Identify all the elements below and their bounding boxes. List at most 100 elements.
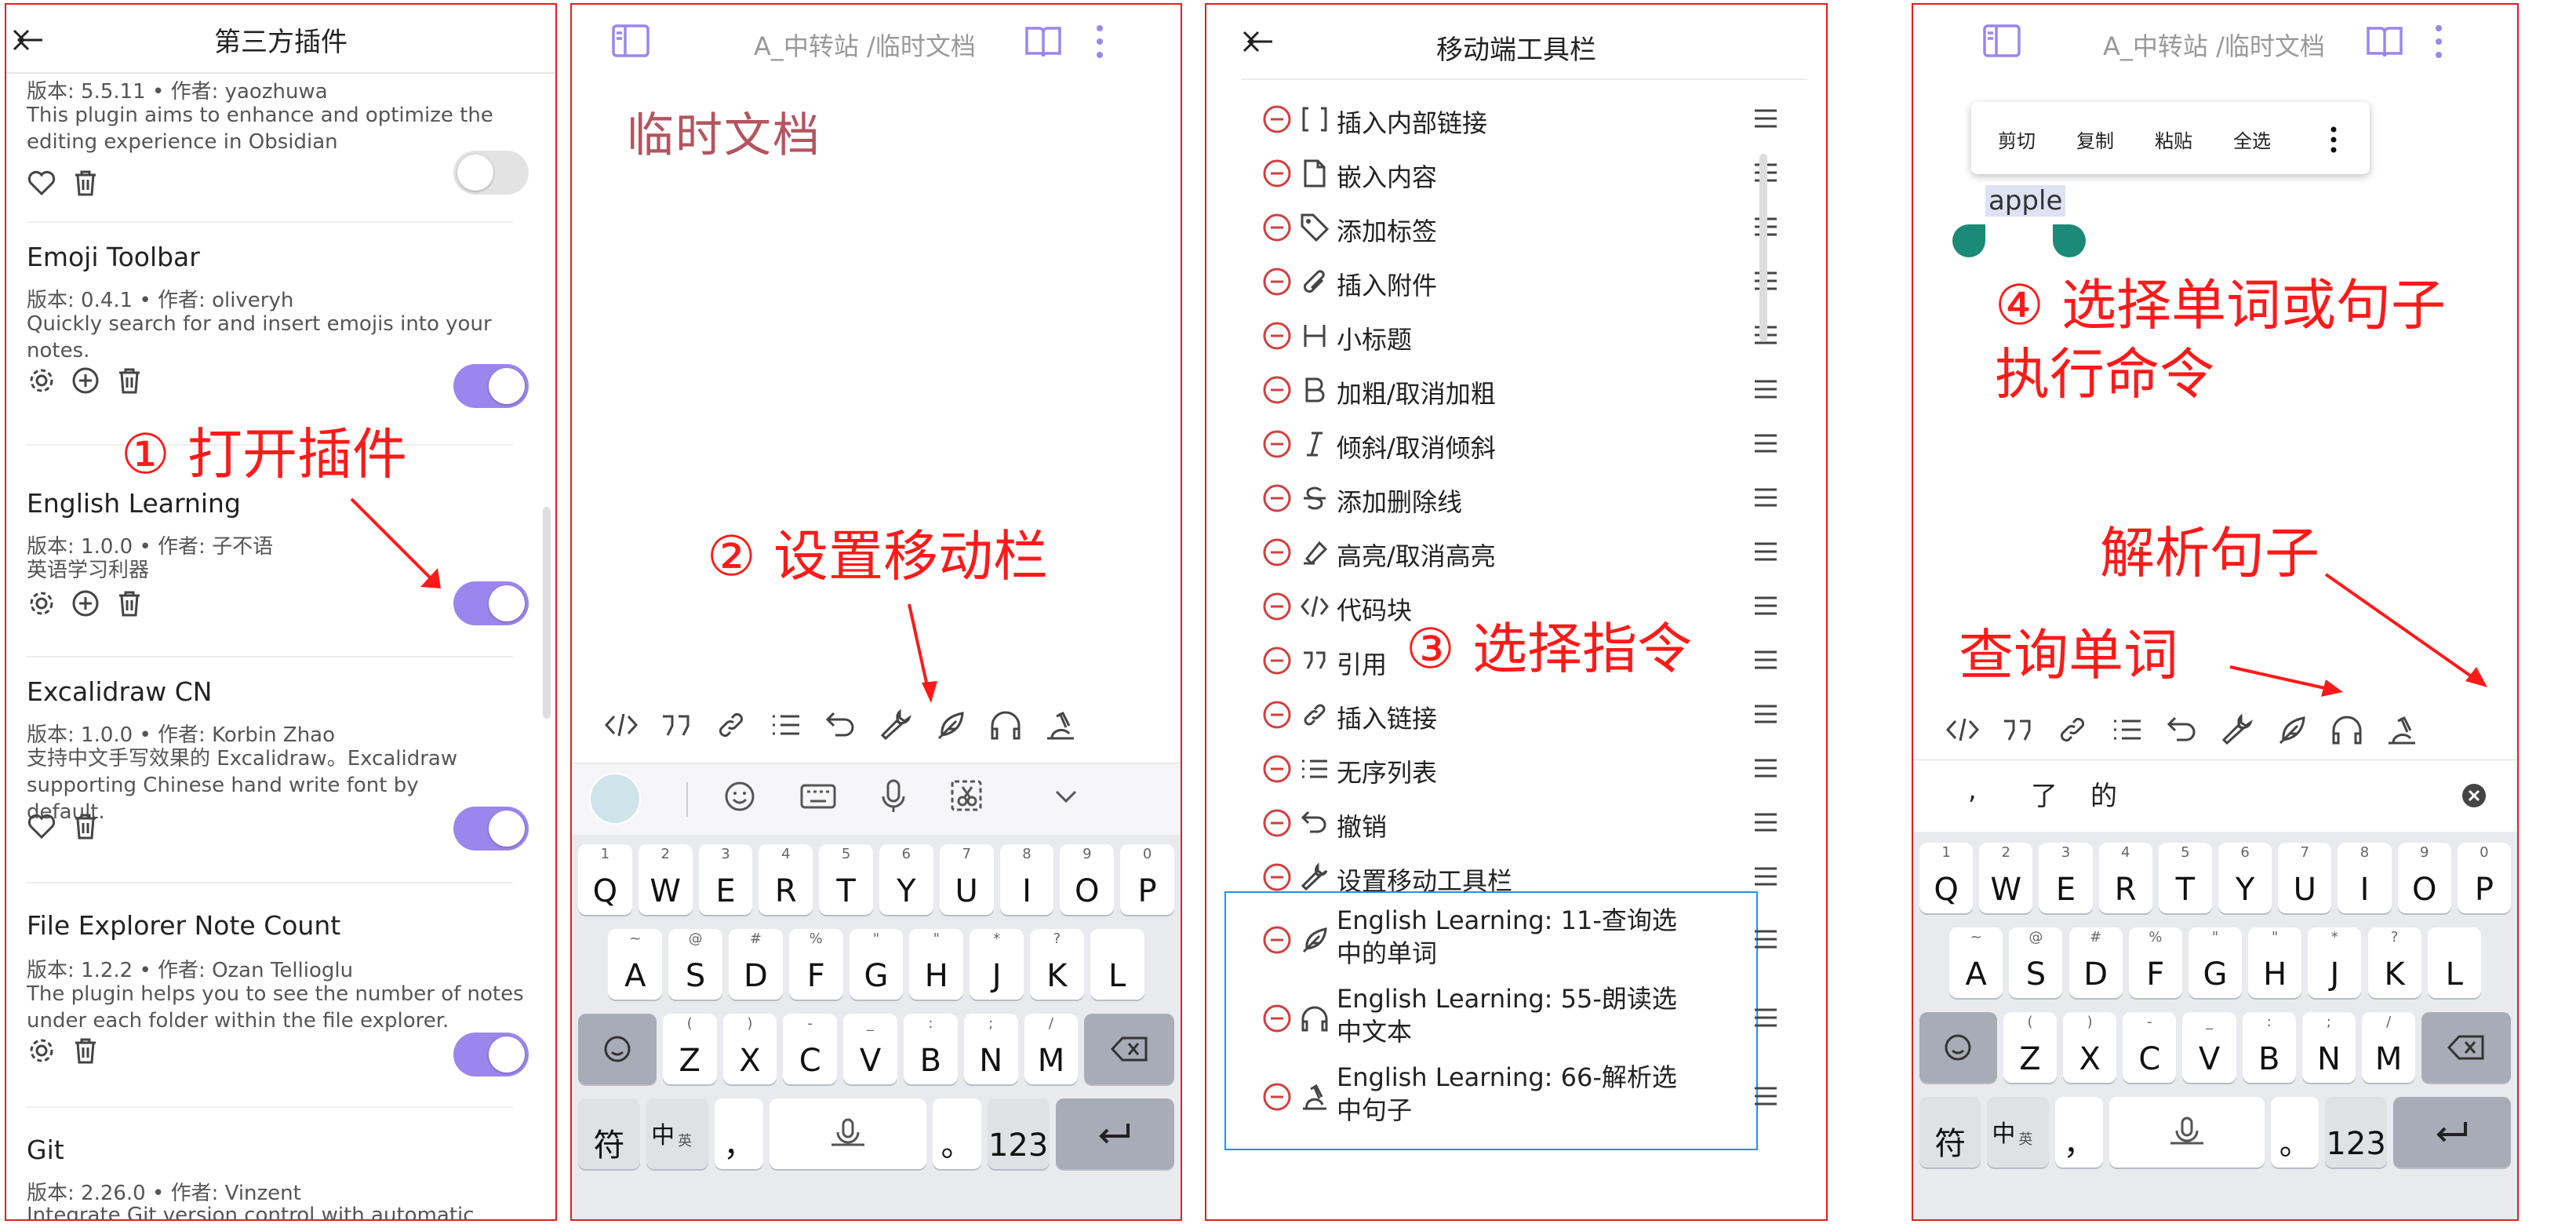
smiley-key[interactable] [1919,1012,1997,1083]
key-j[interactable]: * J [2308,927,2362,998]
remove-icon[interactable] [1261,699,1293,730]
reading-view-icon[interactable] [1024,24,1063,60]
key-f[interactable]: % F [788,929,843,1000]
trash-icon[interactable] [115,366,144,395]
clipboard-scissors-icon[interactable] [948,778,984,814]
remove-icon[interactable] [1261,1003,1293,1034]
key-s[interactable]: @ S [2009,927,2063,998]
selection-handle-right[interactable] [2053,224,2086,257]
command-row[interactable]: 倾斜/取消倾斜 [1261,419,1779,468]
space-key[interactable] [770,1098,926,1169]
more-options-icon[interactable] [1093,22,1106,61]
command-row[interactable]: 插入附件 [1261,257,1779,305]
breadcrumb[interactable]: A_中转站 /临时文档 [2103,27,2325,63]
gear-icon[interactable] [27,588,56,618]
key-d[interactable]: # D [729,929,783,1000]
key-a[interactable]: ~ A [1949,927,2003,998]
wrench-icon[interactable] [878,707,914,743]
key-k[interactable]: ? K [2367,927,2421,998]
key-g[interactable]: " G [2188,927,2243,998]
command-row[interactable]: 插入链接 [1261,690,1779,738]
remove-icon[interactable] [1261,266,1293,297]
remove-icon[interactable] [1261,212,1293,243]
drag-handle-icon[interactable] [1752,927,1779,951]
gear-icon[interactable] [27,1036,56,1066]
avatar[interactable] [589,773,641,825]
microphone-icon[interactable] [879,778,908,815]
remove-icon[interactable] [1261,753,1293,785]
key-e[interactable]: 3E [2039,843,2093,913]
key-z[interactable]: (Z [662,1014,717,1084]
more-options-icon[interactable] [2432,22,2445,61]
key-f[interactable]: % F [2128,927,2182,998]
comma-key[interactable]: ， [2054,1097,2104,1168]
trash-icon[interactable] [71,811,100,841]
quote-icon[interactable] [658,707,694,743]
plus-circle-icon[interactable] [71,366,100,395]
remove-icon[interactable] [1261,591,1293,622]
key-c[interactable]: -C [783,1014,838,1084]
key-r[interactable]: 4R [2098,843,2152,913]
key-x[interactable]: ) X [722,1014,777,1084]
toggle-emoji-toolbar[interactable] [453,364,529,408]
toggle-plugin-1[interactable] [453,151,529,195]
remove-icon[interactable] [1261,158,1293,189]
key-m[interactable]: / M [2362,1012,2416,1083]
toggle-english-learning[interactable] [453,581,529,625]
drag-handle-icon[interactable] [1752,1006,1779,1029]
key-y[interactable]: 6Y [2218,843,2272,913]
remove-icon[interactable] [1261,374,1293,406]
command-row[interactable]: 高亮/取消高亮 [1261,527,1779,576]
scrollbar[interactable] [543,507,551,719]
link-icon[interactable] [713,707,749,743]
quote-icon[interactable] [1999,712,2036,748]
scrollbar[interactable] [1759,154,1767,342]
list-icon[interactable] [2109,712,2145,748]
trash-icon[interactable] [71,1036,100,1066]
period-key[interactable]: 。 [2271,1097,2319,1168]
remove-icon[interactable] [1261,320,1293,352]
symbol-key[interactable]: 符 [1919,1097,1981,1168]
period-key[interactable]: 。 [932,1098,981,1169]
gear-icon[interactable] [27,366,56,395]
chevron-down-icon[interactable] [1052,785,1080,809]
comma-key[interactable]: ， [715,1098,764,1169]
feather-icon[interactable] [2274,712,2310,748]
key-v[interactable]: _ V [2182,1012,2236,1083]
clear-icon[interactable] [2461,782,2487,809]
toggle-file-explorer-count[interactable] [453,1033,529,1076]
remove-icon[interactable] [1261,428,1293,460]
key-l[interactable]: L [1090,929,1144,1000]
key-z[interactable]: (Z [2003,1012,2058,1083]
key-b[interactable]: :B [903,1014,958,1084]
headphones-icon[interactable] [2329,712,2365,748]
drag-handle-icon[interactable] [1752,594,1779,617]
keyboard-icon[interactable] [799,781,837,812]
list-icon[interactable] [768,707,804,743]
undo-icon[interactable] [2164,712,2200,748]
enter-key[interactable] [1055,1098,1174,1169]
key-b[interactable]: :B [2242,1012,2296,1083]
number-key[interactable]: 123 [987,1098,1050,1169]
remove-icon[interactable] [1261,1081,1293,1113]
key-a[interactable]: ~ A [608,929,663,1000]
remove-icon[interactable] [1261,924,1293,956]
language-switch-key[interactable]: 中英 [1987,1097,2049,1168]
backspace-key[interactable] [1084,1014,1174,1084]
remove-icon[interactable] [1261,104,1293,135]
drag-handle-icon[interactable] [1752,486,1779,509]
key-g[interactable]: " G [849,929,904,1000]
copy-menu-item[interactable]: 复制 [2076,126,2114,153]
key-i[interactable]: 8I [999,844,1054,915]
candidate[interactable]: , [1968,774,1977,806]
symbol-key[interactable]: 符 [578,1098,641,1169]
drag-handle-icon[interactable] [1752,540,1779,563]
breadcrumb[interactable]: A_中转站 /临时文档 [754,27,976,63]
language-switch-key[interactable]: 中英 [646,1098,709,1169]
key-s[interactable]: @ S [668,929,722,1000]
drag-handle-icon[interactable] [1752,1084,1779,1108]
key-w[interactable]: 2W [638,844,693,915]
key-p[interactable]: 0P [2457,843,2511,913]
emoji-icon[interactable] [722,779,757,814]
space-key[interactable] [2109,1097,2265,1168]
